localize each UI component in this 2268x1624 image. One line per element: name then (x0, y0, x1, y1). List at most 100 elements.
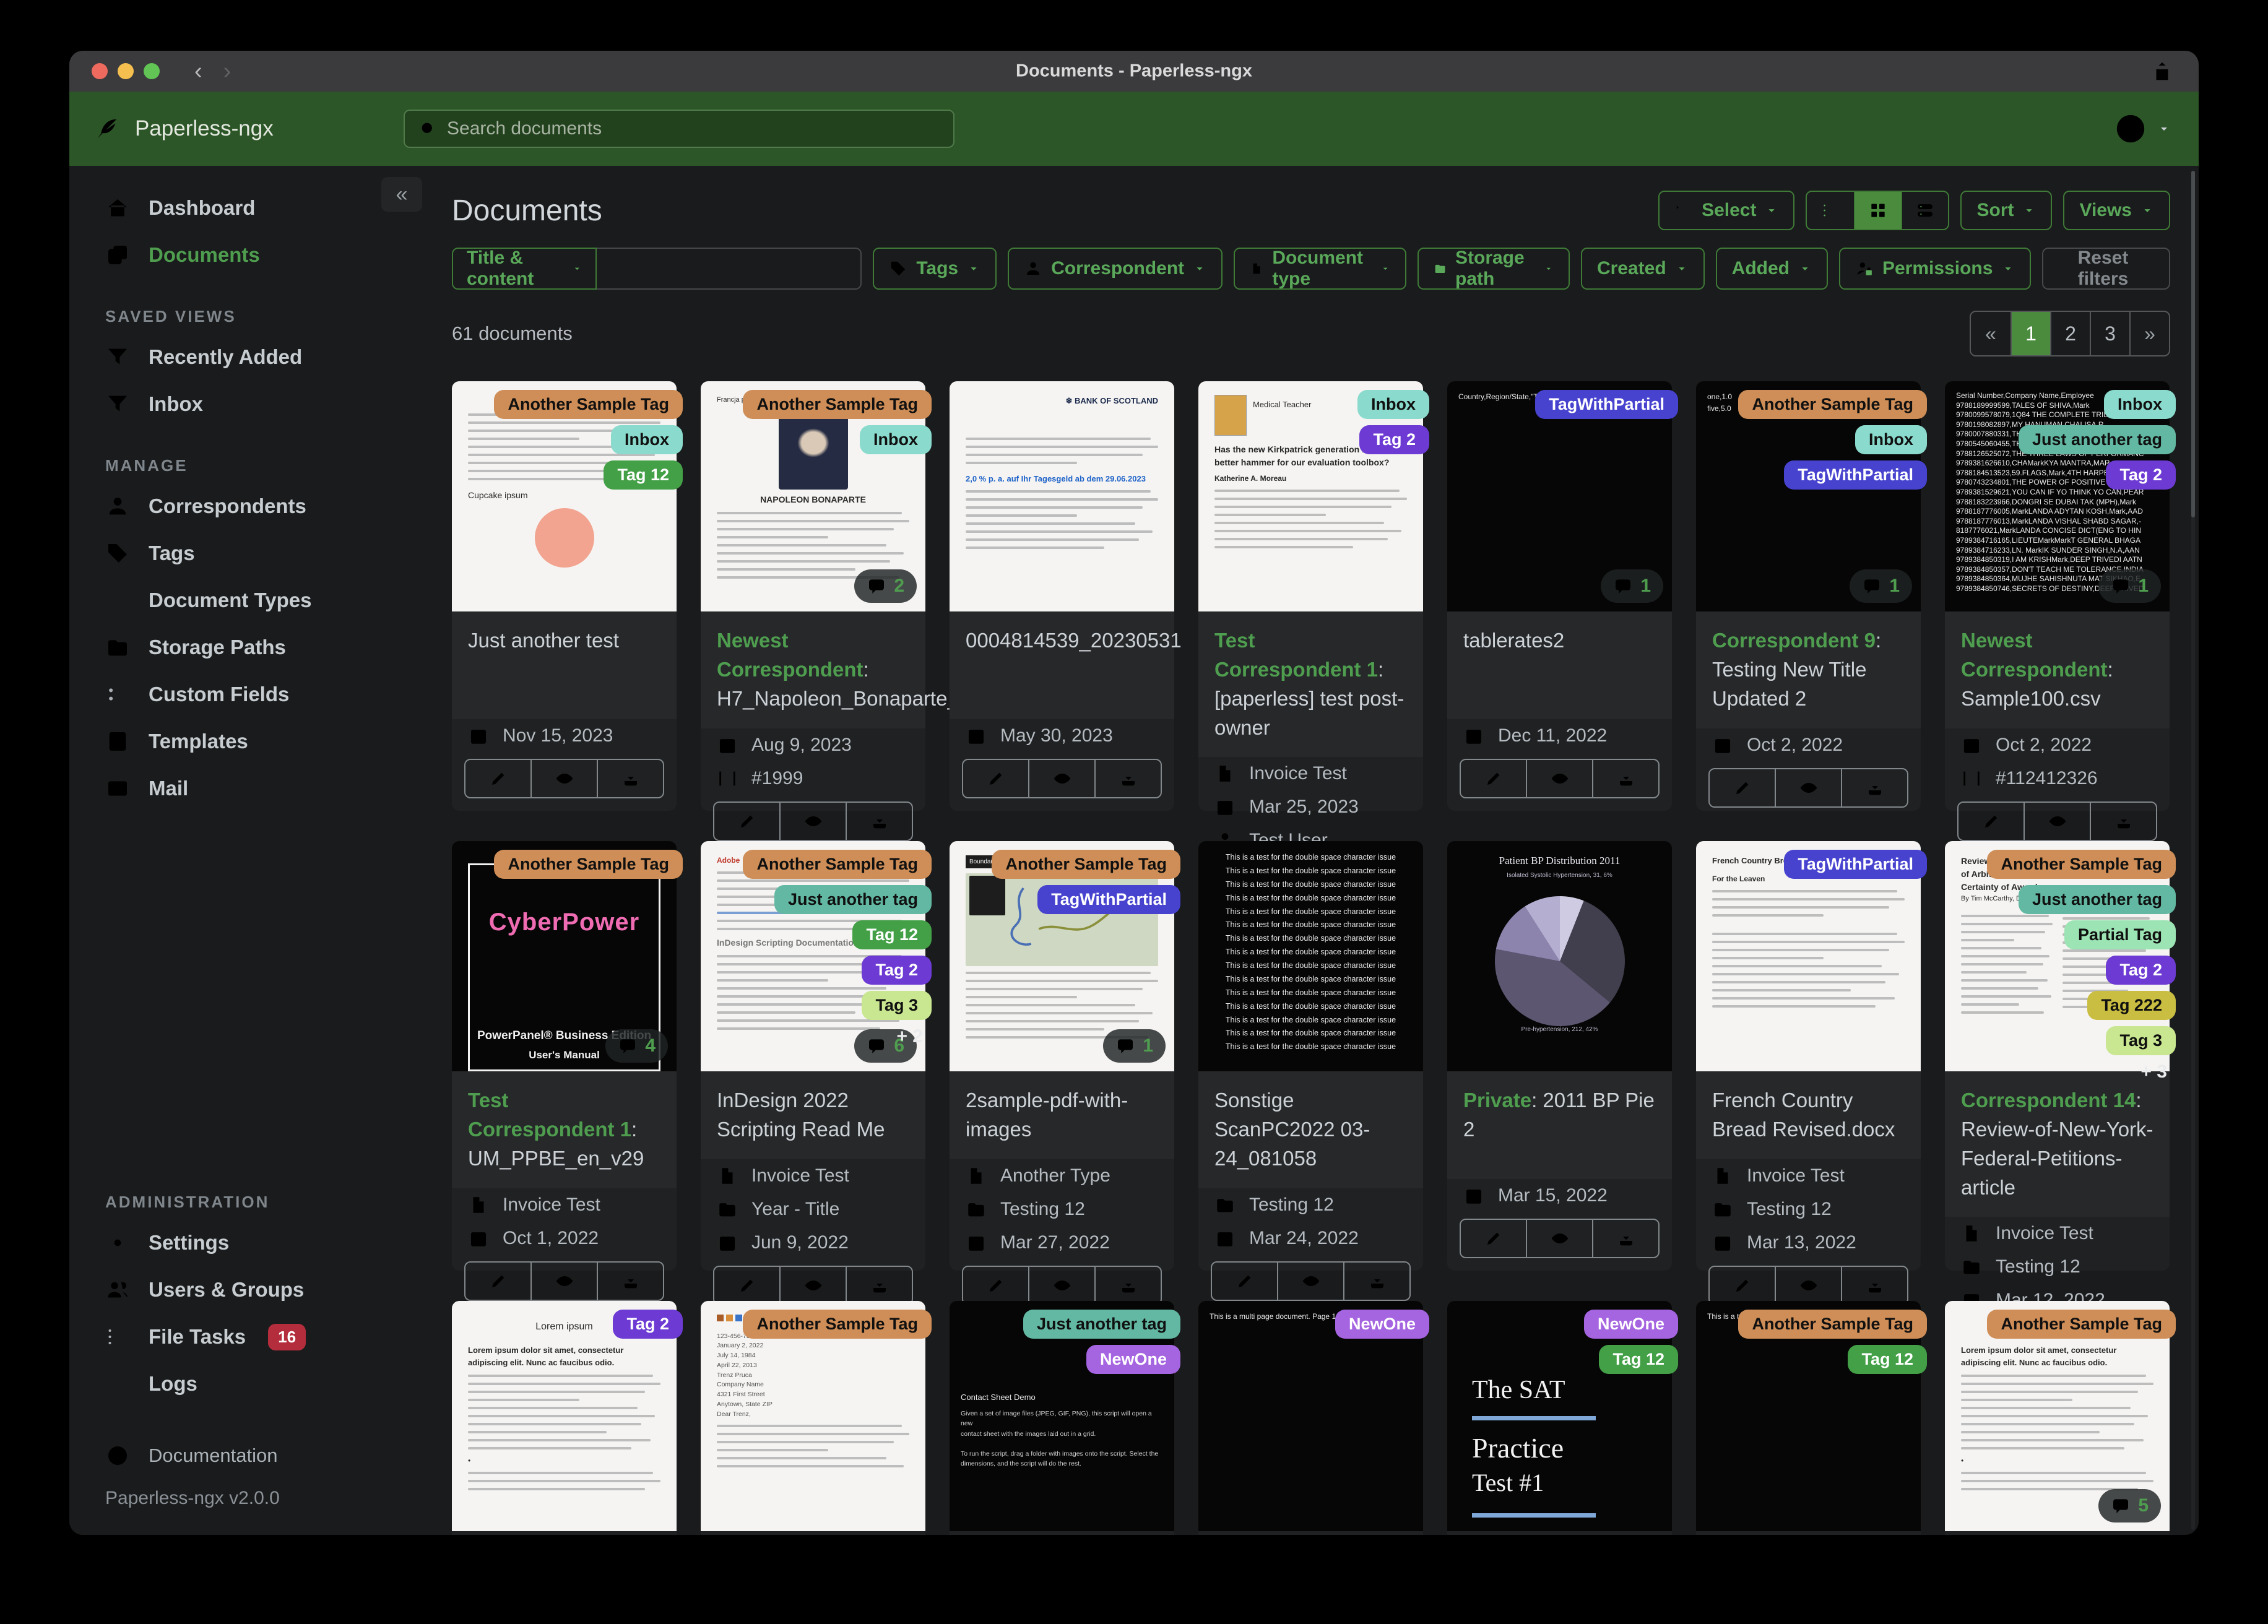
document-card[interactable]: Serial Number,Company Name,Employee 97881… (1945, 381, 2176, 841)
download-document-button[interactable] (2090, 802, 2156, 840)
edit-document-button[interactable] (1461, 1220, 1526, 1257)
view-cards-button[interactable] (1901, 192, 1948, 229)
tag-badge[interactable]: TagWithPartial (1037, 885, 1180, 914)
preview-document-button[interactable] (530, 1262, 597, 1300)
sidebar-item-users-groups[interactable]: Users & Groups (69, 1266, 433, 1313)
sidebar-item-mail[interactable]: Mail (69, 765, 433, 812)
document-card[interactable]: Country,Region/State,"Table rates" 1 TagW… (1447, 381, 1678, 811)
document-correspondent[interactable]: Newest Correspondent (1961, 629, 2108, 681)
document-card[interactable]: French Country Bread For the Leaven TagWi… (1696, 841, 1927, 1305)
document-correspondent[interactable]: Newest Correspondent (717, 629, 863, 681)
tag-badge[interactable]: Just another tag (2018, 885, 2176, 914)
tag-badge[interactable]: Tag 2 (2106, 460, 2176, 490)
document-card[interactable]: Lorem ipsumLorem ipsum dolor sit amet, c… (452, 1301, 683, 1535)
sort-button[interactable]: Sort (1960, 191, 2053, 230)
document-correspondent[interactable]: Correspondent 14 (1961, 1089, 2136, 1112)
tag-badge[interactable]: Just another tag (774, 885, 932, 914)
more-tags-count[interactable]: + 2 (896, 1026, 932, 1047)
document-correspondent[interactable]: Test Correspondent 1 (1214, 629, 1378, 681)
sidebar-item-custom-fields[interactable]: Custom Fields (69, 671, 433, 718)
tag-badge[interactable]: Just another tag (2018, 425, 2176, 454)
brand[interactable]: Paperless-ngx (69, 114, 404, 143)
scrollbar-thumb[interactable] (2191, 171, 2195, 517)
edit-document-button[interactable] (465, 1263, 530, 1300)
edit-document-button[interactable] (714, 803, 779, 840)
document-card[interactable]: Adobe Acrobat PDF FilesCupcake ipsum Ano… (452, 381, 683, 811)
document-card[interactable]: Review ofof Arbitral AwardsCertainty of … (1945, 841, 2176, 1363)
sidebar-item-file-tasks[interactable]: File Tasks 16 (69, 1313, 433, 1360)
document-thumbnail[interactable]: This is a test for the double space char… (1198, 841, 1423, 1071)
document-card[interactable]: ❄ BANK OF SCOTLAND 2,0 % p. a. auf Ihr Ta… (950, 381, 1182, 811)
tag-badge[interactable]: Another Sample Tag (743, 1310, 932, 1339)
tag-badge[interactable]: TagWithPartial (1784, 460, 1927, 490)
edit-document-button[interactable] (1959, 803, 2023, 840)
download-document-button[interactable] (1094, 760, 1161, 797)
preview-document-button[interactable] (1775, 769, 1841, 806)
tag-badge[interactable]: Just another tag (1023, 1310, 1180, 1339)
sidebar-item-logs[interactable]: Logs (69, 1360, 433, 1407)
reset-filters-button[interactable]: Reset filters (2042, 248, 2170, 290)
tag-badge[interactable]: Tag 2 (2106, 956, 2176, 985)
close-window-button[interactable] (92, 63, 108, 79)
tag-badge[interactable]: Inbox (1855, 425, 1927, 454)
download-document-button[interactable] (597, 1262, 663, 1300)
download-document-button[interactable] (1841, 769, 1907, 806)
document-card[interactable]: This is a test for the double space char… (1198, 841, 1423, 1301)
edit-document-button[interactable] (1710, 769, 1775, 806)
download-document-button[interactable] (1094, 1266, 1161, 1304)
document-thumbnail[interactable]: Patient BP Distribution 2011 Isolated Sys… (1447, 841, 1672, 1071)
edit-document-button[interactable] (1461, 760, 1526, 797)
tag-badge[interactable]: TagWithPartial (1784, 850, 1927, 879)
sidebar-item-inbox[interactable]: Inbox (69, 381, 433, 428)
browser-back-icon[interactable]: ‹ (194, 59, 202, 83)
tag-badge[interactable]: TagWithPartial (1535, 390, 1678, 419)
preview-document-button[interactable] (1277, 1262, 1343, 1300)
preview-document-button[interactable] (2023, 802, 2090, 840)
tag-badge[interactable]: Tag 3 (2106, 1026, 2176, 1055)
tag-badge[interactable]: Another Sample Tag (1987, 850, 2176, 879)
preview-document-button[interactable] (779, 802, 846, 840)
download-document-button[interactable] (1592, 1220, 1658, 1257)
tag-badge[interactable]: Tag 222 (2087, 991, 2176, 1020)
edit-document-button[interactable] (1710, 1267, 1775, 1304)
tag-badge[interactable]: Tag 2 (613, 1310, 683, 1339)
document-card[interactable]: Adobe InDesign Scripting Documentation 6 A… (701, 841, 932, 1305)
preview-document-button[interactable] (1526, 1220, 1592, 1257)
tag-badge[interactable]: Inbox (860, 425, 932, 454)
download-document-button[interactable] (597, 760, 663, 797)
filter-storage-path-button[interactable]: Storage path (1417, 248, 1570, 290)
document-card[interactable]: Francja pod r. NAPOLEON BONAPARTE 2 Anothe… (701, 381, 1030, 841)
filter-document-type-button[interactable]: Document type (1234, 248, 1406, 290)
select-button[interactable]: Select (1658, 191, 1795, 230)
tag-badge[interactable]: Partial Tag (2064, 920, 2176, 949)
sidebar-item-settings[interactable]: Settings (69, 1219, 433, 1266)
document-title[interactable]: InDesign 2022 Scripting Read Me (701, 1071, 925, 1159)
document-title[interactable]: Test Correspondent 1: [paperless] test p… (1198, 611, 1423, 758)
tag-badge[interactable]: Another Sample Tag (494, 390, 683, 419)
download-document-button[interactable] (846, 1266, 912, 1304)
page-2[interactable]: 2 (2050, 312, 2090, 355)
tag-badge[interactable]: NewOne (1583, 1310, 1678, 1339)
sidebar-item-document-types[interactable]: Document Types (69, 577, 433, 624)
document-card[interactable]: Boundary Waters Trip1 Another Sample Tag… (950, 841, 1180, 1305)
document-title[interactable]: Newest Correspondent: H7_Napoleon_Bonapa… (701, 611, 1030, 728)
preview-document-button[interactable] (1526, 760, 1592, 797)
document-title[interactable]: Just another test (452, 611, 677, 719)
user-menu[interactable] (2113, 111, 2171, 146)
global-search[interactable] (404, 110, 954, 148)
filter-permissions-button[interactable]: Permissions (1838, 248, 2032, 290)
tag-badge[interactable]: NewOne (1335, 1310, 1429, 1339)
filter-created-button[interactable]: Created (1580, 248, 1705, 290)
document-card[interactable]: Lorem ipsumLorem ipsum dolor sit amet, c… (1945, 1301, 2176, 1535)
document-title[interactable]: Private: 2011 BP Pie 2 (1447, 1071, 1672, 1179)
tag-badge[interactable]: Another Sample Tag (992, 850, 1180, 879)
views-button[interactable]: Views (2063, 191, 2170, 230)
download-document-button[interactable] (1841, 1266, 1907, 1304)
document-correspondent[interactable]: Correspondent 9 (1712, 629, 1876, 652)
filter-correspondent-button[interactable]: Correspondent (1008, 248, 1223, 290)
document-card[interactable]: one,1.0 five,5.0 1 Another Sample Tag Inbox… (1696, 381, 1927, 811)
document-title[interactable]: French Country Bread Revised.docx (1696, 1071, 1921, 1159)
filter-tags-button[interactable]: Tags (873, 248, 997, 290)
tag-badge[interactable]: Tag 2 (1359, 425, 1429, 454)
download-document-button[interactable] (1343, 1262, 1409, 1300)
